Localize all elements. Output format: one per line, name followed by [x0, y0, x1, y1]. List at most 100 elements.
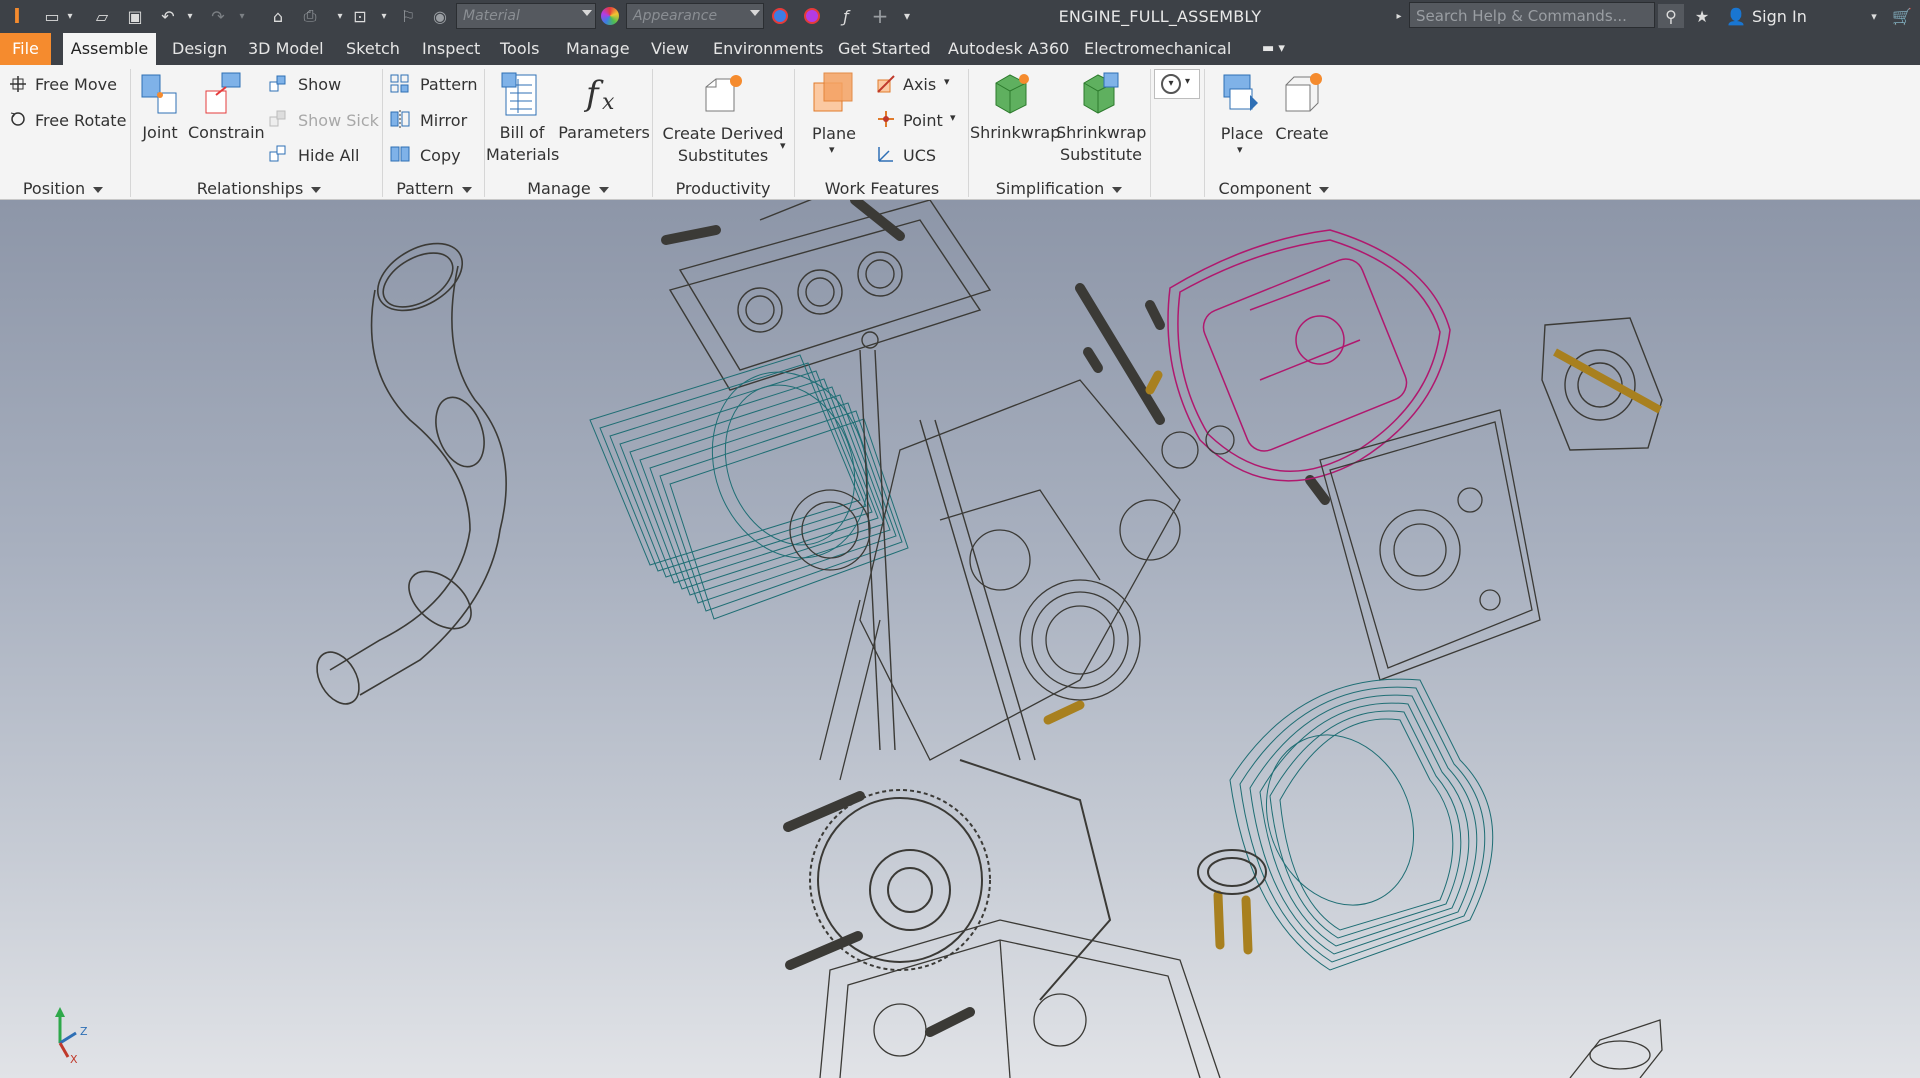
bom-button-line2[interactable]: Materials — [486, 145, 559, 165]
pattern-button[interactable]: Pattern — [420, 75, 478, 94]
tab-view[interactable]: View — [651, 33, 689, 65]
search-expand-icon[interactable]: ▸ — [1392, 5, 1406, 27]
tab-inspect[interactable]: Inspect — [422, 33, 480, 65]
point-dropdown-icon[interactable]: ▾ — [950, 111, 956, 124]
axis-button[interactable]: Axis — [903, 75, 936, 94]
select-dropdown-icon[interactable]: ▾ — [378, 5, 390, 27]
favorites-star-icon[interactable]: ★ — [1690, 5, 1714, 27]
tab-3d-model[interactable]: 3D Model — [248, 33, 324, 65]
show-sick-button[interactable]: Show Sick — [298, 111, 379, 130]
material-combo[interactable]: Material — [456, 3, 596, 29]
productivity-quick-combo[interactable]: ▾ ▾ — [1154, 69, 1200, 99]
create-derived-button-line2[interactable]: Substitutes — [660, 146, 786, 166]
user-icon[interactable]: 👤 — [1724, 5, 1748, 27]
constrain-button[interactable]: Constrain — [188, 123, 265, 143]
create-derived-button-line1[interactable]: Create Derived — [660, 124, 786, 144]
show-icon — [269, 75, 286, 92]
sign-in-dropdown-icon[interactable]: ▾ — [1866, 5, 1882, 27]
tab-sketch[interactable]: Sketch — [346, 33, 400, 65]
adjust-appearance-icon[interactable] — [768, 5, 792, 27]
position-panel-label[interactable]: Position — [0, 179, 126, 198]
cart-icon[interactable]: 🛒 — [1890, 5, 1914, 27]
new-file-icon[interactable]: ▭ — [40, 5, 64, 27]
manage-panel-label[interactable]: Manage — [486, 179, 650, 198]
axis-dropdown-icon[interactable]: ▾ — [944, 75, 950, 88]
graphics-viewport[interactable]: Z X — [0, 200, 1920, 1078]
update-icon[interactable]: ⚐ — [396, 5, 420, 27]
print-icon[interactable]: ⎙ — [298, 5, 322, 27]
undo-icon[interactable]: ↶ — [156, 5, 180, 27]
open-icon[interactable]: ▱ — [90, 5, 114, 27]
ribbon-panel: Free Move Free Rotate Position Joint Con… — [0, 65, 1920, 200]
home-icon[interactable]: ⌂ — [266, 5, 290, 27]
combo-caret-icon: ▾ — [1185, 76, 1191, 87]
plane-button[interactable]: Plane — [806, 124, 862, 144]
tab-file[interactable]: File — [0, 33, 51, 65]
relationships-panel-label[interactable]: Relationships — [136, 179, 382, 198]
app-logo-icon[interactable]: I — [4, 4, 30, 28]
undo-dropdown-icon[interactable]: ▾ — [184, 5, 196, 27]
mirror-button[interactable]: Mirror — [420, 111, 467, 130]
save-icon[interactable]: ▣ — [123, 5, 147, 27]
plane-dropdown-icon[interactable]: ▾ — [829, 143, 835, 156]
view-triad[interactable]: Z X — [48, 1003, 98, 1066]
create-derived-dropdown-icon[interactable]: ▾ — [780, 139, 786, 152]
show-sick-icon — [269, 110, 286, 127]
shrinkwrap-substitute-line1[interactable]: Shrinkwrap — [1056, 123, 1146, 143]
bom-button-line1[interactable]: Bill of — [486, 123, 558, 143]
document-title: ENGINE_FULL_ASSEMBLY — [1058, 7, 1262, 26]
tab-electromechanical[interactable]: Electromechanical — [1084, 33, 1231, 65]
sign-in-link[interactable]: Sign In — [1752, 7, 1807, 26]
customize-dropdown-icon[interactable]: ▾ — [898, 5, 916, 27]
redo-icon[interactable]: ↷ — [206, 5, 230, 27]
pattern-panel-dropdown-icon — [461, 186, 472, 193]
help-search-input[interactable]: Search Help & Commands... — [1409, 2, 1655, 28]
create-button[interactable]: Create — [1272, 124, 1332, 144]
tab-manage[interactable]: Manage — [566, 33, 630, 65]
hide-all-button[interactable]: Hide All — [298, 146, 359, 165]
tab-tools[interactable]: Tools — [500, 33, 539, 65]
tab-get-started[interactable]: Get Started — [838, 33, 931, 65]
show-button[interactable]: Show — [298, 75, 341, 94]
print-dropdown-icon[interactable]: ▾ — [334, 5, 346, 27]
relationships-panel-dropdown-icon — [311, 186, 322, 193]
tab-environments[interactable]: Environments — [713, 33, 824, 65]
globe-icon[interactable]: ◉ — [428, 5, 452, 27]
clear-appearance-icon[interactable] — [800, 5, 824, 27]
ucs-button[interactable]: UCS — [903, 146, 936, 165]
pattern-panel-label[interactable]: Pattern — [384, 179, 484, 198]
redo-dropdown-icon[interactable]: ▾ — [236, 5, 248, 27]
create-component-icon — [1285, 73, 1322, 112]
parameters-fx-icon[interactable]: ƒ — [834, 5, 858, 27]
place-button[interactable]: Place — [1214, 124, 1270, 144]
manage-label: Manage — [527, 179, 591, 198]
component-panel-label[interactable]: Component — [1206, 179, 1342, 198]
shrinkwrap-button[interactable]: Shrinkwrap — [970, 123, 1060, 143]
parameters-button[interactable]: Parameters — [558, 123, 650, 143]
free-rotate-button[interactable]: Free Rotate — [35, 111, 126, 130]
place-dropdown-icon[interactable]: ▾ — [1237, 143, 1243, 156]
select-icon[interactable]: ⊡ — [348, 5, 372, 27]
tab-autodesk-a360[interactable]: Autodesk A360 — [948, 33, 1069, 65]
simplification-panel-label[interactable]: Simplification — [970, 179, 1148, 198]
shrinkwrap-substitute-icon — [1083, 72, 1119, 114]
separator — [794, 69, 795, 197]
new-dropdown-icon[interactable]: ▾ — [64, 5, 76, 27]
tab-assemble[interactable]: Assemble — [63, 33, 156, 66]
appearance-combo[interactable]: Appearance — [626, 3, 764, 29]
ribbon-display-toggle-icon[interactable]: ▬ ▾ — [1262, 33, 1285, 65]
tab-design[interactable]: Design — [172, 33, 227, 65]
free-move-button[interactable]: Free Move — [35, 75, 117, 94]
free-rotate-icon — [10, 112, 25, 126]
shrinkwrap-substitute-line2[interactable]: Substitute — [1056, 145, 1146, 165]
triad-z-label: Z — [80, 1025, 88, 1038]
search-go-icon[interactable]: ⚲ — [1658, 4, 1684, 28]
copy-button[interactable]: Copy — [420, 146, 461, 165]
position-panel-dropdown-icon — [93, 186, 104, 193]
point-button[interactable]: Point — [903, 111, 943, 130]
svg-text:f: f — [583, 74, 604, 114]
separator — [1204, 69, 1205, 197]
separator — [484, 69, 485, 197]
add-icon[interactable]: + — [868, 4, 892, 28]
joint-button[interactable]: Joint — [136, 123, 184, 143]
